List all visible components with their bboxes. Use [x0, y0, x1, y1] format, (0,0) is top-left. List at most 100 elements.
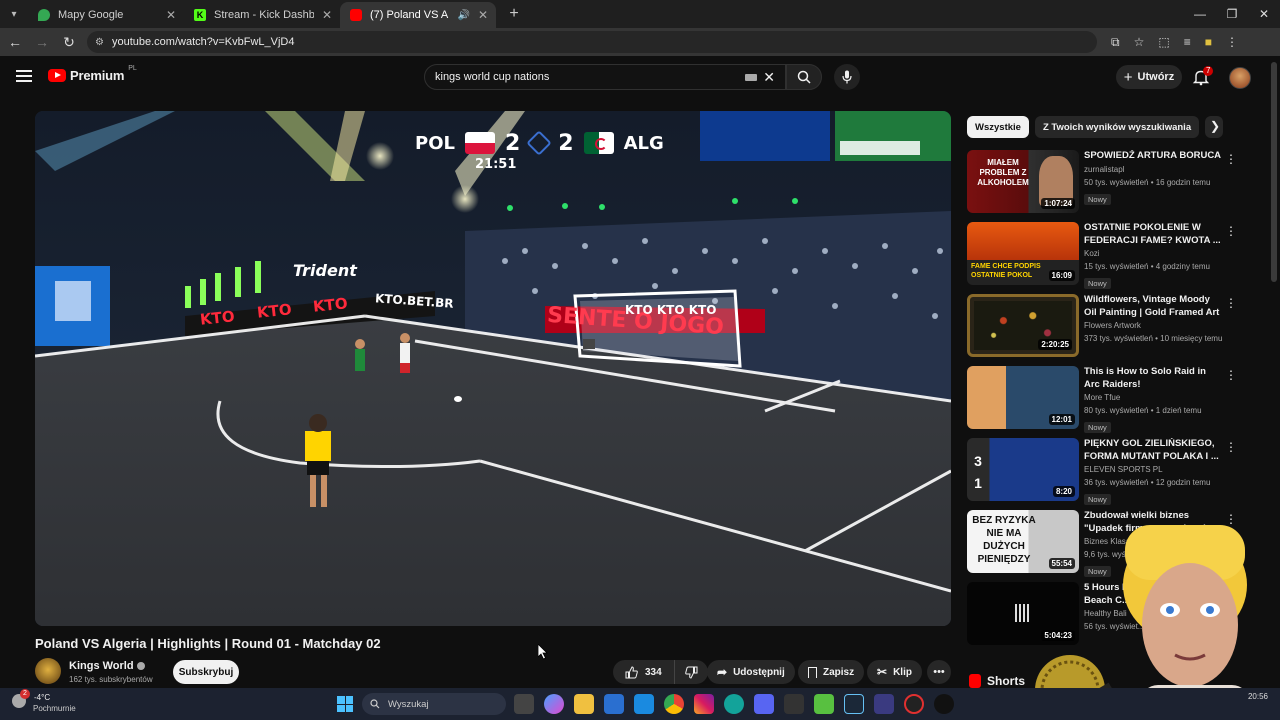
close-icon[interactable]: ✕	[166, 8, 176, 22]
video-thumbnail[interactable]: FAME CHCE PODPIS OSTATNIE POKOL 16:09	[967, 222, 1079, 285]
instagram-icon[interactable]	[694, 694, 714, 714]
game-icon[interactable]	[874, 694, 894, 714]
close-icon[interactable]: ✕	[322, 8, 332, 22]
list-item[interactable]: 12:01 This is How to Solo Raid in Arc Ra…	[967, 366, 1247, 438]
windows-start-icon[interactable]	[337, 696, 353, 712]
share-button[interactable]: ➦ Udostępnij	[707, 660, 795, 684]
create-button[interactable]: + Utwórz	[1116, 65, 1182, 89]
channel-name[interactable]: zurnalistapl	[1084, 163, 1224, 176]
app-icon[interactable]	[784, 694, 804, 714]
url-field[interactable]: ⚙ youtube.com/watch?v=KvbFwL_VjD4	[87, 31, 1097, 53]
discord-icon[interactable]	[754, 694, 774, 714]
video-title[interactable]: Zbudował wielki biznes "Upadek firmy nau…	[1084, 510, 1224, 535]
bookmark-star-icon[interactable]: ☆	[1134, 35, 1145, 50]
edge-icon[interactable]	[724, 694, 744, 714]
video-player[interactable]: KTO KTO KTO KTO.BET.BR Trident SENTE O J…	[35, 111, 951, 626]
chip-from-search[interactable]: Z Twoich wyników wyszukiwania	[1034, 116, 1200, 138]
streaming-app-icon[interactable]	[814, 694, 834, 714]
video-thumbnail[interactable]: 3 1 8:20	[967, 438, 1079, 501]
save-button[interactable]: Zapisz	[798, 660, 865, 684]
tab-google-maps[interactable]: Mapy Google ✕	[28, 2, 184, 28]
voice-search-button[interactable]	[834, 64, 860, 90]
steam-icon[interactable]	[844, 694, 864, 714]
list-item[interactable]: BEZ RYZYKA NIE MA DUŻYCH PIENIĘDZY 55:54…	[967, 510, 1247, 582]
tab-kick-dashboard[interactable]: K Stream - Kick Dashboard ✕	[184, 2, 340, 28]
restore-icon[interactable]: ❐	[1216, 0, 1248, 28]
site-info-icon[interactable]: ⚙	[95, 37, 104, 48]
channel-name[interactable]: Kings World	[69, 660, 145, 672]
channel-name[interactable]: Kozi	[1084, 247, 1224, 260]
search-button[interactable]	[786, 64, 822, 90]
speaker-icon[interactable]: 🔊	[457, 10, 469, 21]
chevron-right-icon[interactable]: ❯	[1210, 119, 1220, 133]
obs-icon[interactable]	[934, 694, 954, 714]
close-window-icon[interactable]: ✕	[1248, 0, 1280, 28]
reload-icon[interactable]: ↻	[57, 34, 81, 51]
shorts-section-header[interactable]: Shorts	[969, 674, 1025, 688]
video-thumbnail[interactable]: 2:20:25	[967, 294, 1079, 357]
media-icon[interactable]: ≡	[1184, 35, 1191, 50]
page-scrollbar[interactable]	[1271, 62, 1277, 282]
list-item[interactable]: 5:04:23 5 Hours Deep House Bar, Beach C.…	[967, 582, 1247, 654]
channel-name[interactable]: ELEVEN SPORTS PL	[1084, 463, 1224, 476]
like-button[interactable]: 334	[613, 660, 675, 684]
account-avatar[interactable]	[1229, 67, 1251, 89]
search-input[interactable]: kings world cup nations ✕	[424, 64, 786, 90]
dislike-button[interactable]	[675, 666, 708, 679]
mail-icon[interactable]	[634, 694, 654, 714]
record-icon[interactable]	[904, 694, 924, 714]
more-actions-button[interactable]: •••	[927, 660, 951, 684]
more-vertical-icon[interactable]: ⋮	[1225, 296, 1237, 310]
forward-icon[interactable]: →	[30, 34, 54, 50]
video-thumbnail[interactable]: 12:01	[967, 366, 1079, 429]
chrome-icon[interactable]	[664, 694, 684, 714]
menu-icon[interactable]	[16, 70, 32, 82]
copilot-icon[interactable]	[544, 694, 564, 714]
profile-icon[interactable]: ■	[1205, 35, 1212, 50]
new-tab-button[interactable]: +	[502, 5, 526, 23]
video-thumbnail[interactable]: MIAŁEM PROBLEM Z ALKOHOLEM 1:07:24	[967, 150, 1079, 213]
channel-name[interactable]: Healthy Bali	[1084, 607, 1224, 620]
video-title[interactable]: OSTATNIE POKOLENIE W FEDERACJI FAME? KWO…	[1084, 222, 1224, 247]
subscribe-button[interactable]: Subskrybuj	[173, 660, 239, 684]
video-thumbnail[interactable]: BEZ RYZYKA NIE MA DUŻYCH PIENIĘDZY 55:54	[967, 510, 1079, 573]
minimize-icon[interactable]: —	[1184, 0, 1216, 28]
keyboard-icon[interactable]	[745, 74, 757, 81]
weather-widget[interactable]: 2 -4°C Pochmurnie	[12, 689, 92, 717]
list-item[interactable]: FAME CHCE PODPIS OSTATNIE POKOL 16:09 OS…	[967, 222, 1247, 294]
more-vertical-icon[interactable]: ⋮	[1225, 152, 1237, 166]
close-icon[interactable]: ✕	[478, 8, 488, 22]
tab-youtube[interactable]: (7) Poland VS Algeria | Highl 🔊 ✕	[340, 2, 496, 28]
store-icon[interactable]	[604, 694, 624, 714]
install-icon[interactable]: ⧉	[1111, 35, 1120, 50]
more-vertical-icon[interactable]: ⋮	[1225, 512, 1237, 526]
clip-button[interactable]: ✂ Klip	[867, 660, 922, 684]
video-title[interactable]: Wildflowers, Vintage Moody Oil Painting …	[1084, 294, 1224, 319]
list-item[interactable]: 3 1 8:20 PIĘKNY GOL ZIELIŃSKIEGO, FORMA …	[967, 438, 1247, 510]
more-vertical-icon[interactable]: ⋮	[1225, 368, 1237, 382]
list-item[interactable]: 2:20:25 Wildflowers, Vintage Moody Oil P…	[967, 294, 1247, 366]
task-view-icon[interactable]	[514, 694, 534, 714]
clear-search-icon[interactable]: ✕	[763, 69, 775, 86]
video-title[interactable]: SPOWIEDŹ ARTURA BORUCA	[1084, 150, 1224, 163]
channel-name[interactable]: Flowers Artwork	[1084, 319, 1224, 332]
view-meta: 50 tys. wyświetleń • 16 godzin temu	[1084, 177, 1211, 187]
more-vertical-icon[interactable]: ⋮	[1225, 440, 1237, 454]
extensions-icon[interactable]: ⬚	[1158, 35, 1169, 50]
file-explorer-icon[interactable]	[574, 694, 594, 714]
video-title[interactable]: PIĘKNY GOL ZIELIŃSKIEGO, FORMA MUTANT PO…	[1084, 438, 1224, 463]
list-item[interactable]: MIAŁEM PROBLEM Z ALKOHOLEM 1:07:24 SPOWI…	[967, 150, 1247, 222]
back-icon[interactable]: ←	[3, 34, 27, 50]
taskbar-search-input[interactable]: Wyszukaj	[362, 693, 506, 715]
channel-name[interactable]: Biznes Klasa	[1084, 535, 1224, 548]
video-title[interactable]: 5 Hours Deep House Bar, Beach C...	[1084, 582, 1224, 607]
chip-all[interactable]: Wszystkie	[967, 116, 1029, 138]
more-vertical-icon[interactable]: ⋮	[1225, 224, 1237, 238]
youtube-logo[interactable]: Premium PL	[48, 65, 137, 83]
browser-menu-icon[interactable]: ⋮	[1226, 35, 1238, 50]
tab-search-button[interactable]: ▾	[0, 0, 28, 28]
video-title[interactable]: This is How to Solo Raid in Arc Raiders!	[1084, 366, 1224, 391]
channel-avatar[interactable]	[35, 658, 61, 684]
video-thumbnail[interactable]: 5:04:23	[967, 582, 1079, 645]
channel-name[interactable]: More Tfue	[1084, 391, 1224, 404]
